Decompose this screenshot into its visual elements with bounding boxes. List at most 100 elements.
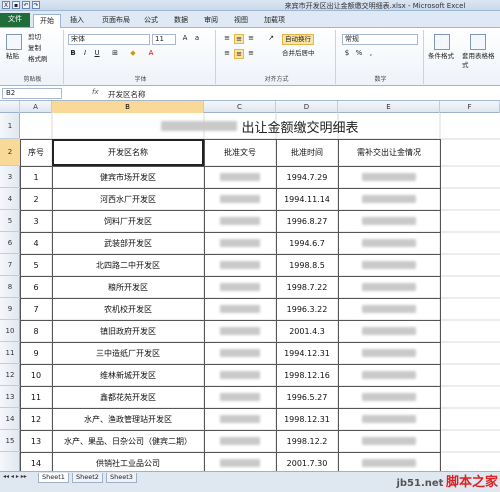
zone-name-cell[interactable]: 河西水厂开发区 xyxy=(52,188,204,210)
approval-date-cell[interactable]: 1994.11.14 xyxy=(276,188,338,210)
align-bottom-icon[interactable]: ≡ xyxy=(246,34,256,44)
zone-name-cell[interactable]: 北四路二中开发区 xyxy=(52,254,204,276)
row-number-cell[interactable]: 12 xyxy=(20,408,52,430)
payment-status-cell[interactable] xyxy=(338,364,440,386)
sheet-tab-3[interactable]: Sheet3 xyxy=(106,473,137,483)
tab-formulas[interactable]: 公式 xyxy=(138,14,164,28)
approval-number-cell[interactable] xyxy=(204,232,276,254)
payment-status-cell[interactable] xyxy=(338,276,440,298)
row-header[interactable]: 4 xyxy=(0,188,20,210)
row-header[interactable]: 15 xyxy=(0,430,20,452)
payment-status-cell[interactable] xyxy=(338,342,440,364)
selected-cell-b2[interactable]: 开发区名称 xyxy=(52,139,204,166)
zone-name-cell[interactable]: 饲料厂开发区 xyxy=(52,210,204,232)
row-number-cell[interactable]: 7 xyxy=(20,298,52,320)
column-header-f[interactable]: F xyxy=(440,101,500,113)
row-header[interactable]: 2 xyxy=(0,139,20,166)
approval-number-cell[interactable] xyxy=(204,430,276,452)
approval-date-cell[interactable]: 2001.4.3 xyxy=(276,320,338,342)
row-number-cell[interactable]: 8 xyxy=(20,320,52,342)
approval-date-cell[interactable]: 1994.7.29 xyxy=(276,166,338,188)
comma-icon[interactable]: , xyxy=(366,49,376,59)
currency-icon[interactable]: $ xyxy=(342,49,352,59)
payment-status-cell[interactable] xyxy=(338,452,440,471)
approval-date-cell[interactable]: 1994.6.7 xyxy=(276,232,338,254)
approval-number-cell[interactable] xyxy=(204,342,276,364)
payment-status-cell[interactable] xyxy=(338,408,440,430)
row-number-cell[interactable]: 6 xyxy=(20,276,52,298)
approval-number-cell[interactable] xyxy=(204,298,276,320)
align-middle-icon[interactable]: ≡ xyxy=(234,34,244,44)
approval-number-cell[interactable] xyxy=(204,276,276,298)
zone-name-cell[interactable]: 水产、果品、日杂公司（健宾二期） xyxy=(52,430,204,452)
column-header-d[interactable]: D xyxy=(276,101,338,113)
approval-date-cell[interactable]: 1994.12.31 xyxy=(276,342,338,364)
zone-name-cell[interactable]: 武装部开发区 xyxy=(52,232,204,254)
font-color-icon[interactable]: A xyxy=(146,49,156,59)
zone-name-cell[interactable]: 三中造纸厂开发区 xyxy=(52,342,204,364)
shrink-font-icon[interactable]: a xyxy=(192,34,202,44)
tab-view[interactable]: 视图 xyxy=(228,14,254,28)
align-center-icon[interactable]: ≡ xyxy=(234,49,244,59)
conditional-format-button[interactable]: 条件格式 xyxy=(428,52,454,61)
orientation-icon[interactable]: ↗ xyxy=(266,34,276,44)
payment-status-cell[interactable] xyxy=(338,320,440,342)
format-painter-button[interactable]: 格式刷 xyxy=(28,55,48,64)
row-header[interactable]: 5 xyxy=(0,210,20,232)
payment-status-cell[interactable] xyxy=(338,298,440,320)
approval-date-cell[interactable]: 2001.7.30 xyxy=(276,452,338,471)
zone-name-cell[interactable]: 镇旧政府开发区 xyxy=(52,320,204,342)
select-all-corner[interactable] xyxy=(0,101,20,113)
paste-icon[interactable] xyxy=(6,34,22,50)
header-cell[interactable]: 批准文号 xyxy=(204,139,276,166)
payment-status-cell[interactable] xyxy=(338,430,440,452)
align-top-icon[interactable]: ≡ xyxy=(222,34,232,44)
formula-input[interactable]: 开发区名称 xyxy=(108,89,146,100)
approval-date-cell[interactable]: 1998.12.31 xyxy=(276,408,338,430)
percent-icon[interactable]: % xyxy=(354,49,364,59)
approval-date-cell[interactable]: 1998.12.2 xyxy=(276,430,338,452)
zone-name-cell[interactable]: 水产、渔政管理站开发区 xyxy=(52,408,204,430)
row-number-cell[interactable]: 3 xyxy=(20,210,52,232)
row-number-cell[interactable]: 4 xyxy=(20,232,52,254)
wrap-text-button[interactable]: 自动换行 xyxy=(282,34,314,45)
tab-data[interactable]: 数据 xyxy=(168,14,194,28)
zone-name-cell[interactable]: 农机校开发区 xyxy=(52,298,204,320)
row-header[interactable]: 11 xyxy=(0,342,20,364)
cut-button[interactable]: 剪切 xyxy=(28,33,41,42)
fill-color-icon[interactable]: ◆ xyxy=(128,49,138,59)
row-header[interactable]: 10 xyxy=(0,320,20,342)
approval-number-cell[interactable] xyxy=(204,188,276,210)
font-name-combo[interactable]: 宋体 xyxy=(68,34,150,45)
approval-number-cell[interactable] xyxy=(204,166,276,188)
align-right-icon[interactable]: ≡ xyxy=(246,49,256,59)
zone-name-cell[interactable]: 健宾市场开发区 xyxy=(52,166,204,188)
zone-name-cell[interactable]: 粮所开发区 xyxy=(52,276,204,298)
column-header-c[interactable]: C xyxy=(204,101,276,113)
row-number-cell[interactable]: 9 xyxy=(20,342,52,364)
copy-button[interactable]: 复制 xyxy=(28,44,41,53)
column-header-e[interactable]: E xyxy=(338,101,440,113)
approval-date-cell[interactable]: 1998.12.16 xyxy=(276,364,338,386)
sheet-tab-1[interactable]: Sheet1 xyxy=(38,473,69,483)
sheet-tab-2[interactable]: Sheet2 xyxy=(72,473,103,483)
row-number-cell[interactable]: 14 xyxy=(20,452,52,471)
approval-number-cell[interactable] xyxy=(204,210,276,232)
zone-name-cell[interactable]: 维林新城开发区 xyxy=(52,364,204,386)
zone-name-cell[interactable]: 供销社工业品公司 xyxy=(52,452,204,471)
approval-date-cell[interactable]: 1996.5.27 xyxy=(276,386,338,408)
approval-date-cell[interactable]: 1998.7.22 xyxy=(276,276,338,298)
approval-number-cell[interactable] xyxy=(204,320,276,342)
number-format-combo[interactable]: 常规 xyxy=(342,34,418,45)
grow-font-icon[interactable]: A xyxy=(180,34,190,44)
bold-icon[interactable]: B xyxy=(68,49,78,59)
payment-status-cell[interactable] xyxy=(338,188,440,210)
approval-number-cell[interactable] xyxy=(204,452,276,471)
format-as-table-button[interactable]: 套用表格格式 xyxy=(462,52,496,70)
row-number-cell[interactable]: 1 xyxy=(20,166,52,188)
row-header[interactable]: 9 xyxy=(0,298,20,320)
approval-number-cell[interactable] xyxy=(204,364,276,386)
column-header-a[interactable]: A xyxy=(20,101,52,113)
name-box[interactable]: B2 xyxy=(2,88,62,99)
row-header[interactable]: 6 xyxy=(0,232,20,254)
